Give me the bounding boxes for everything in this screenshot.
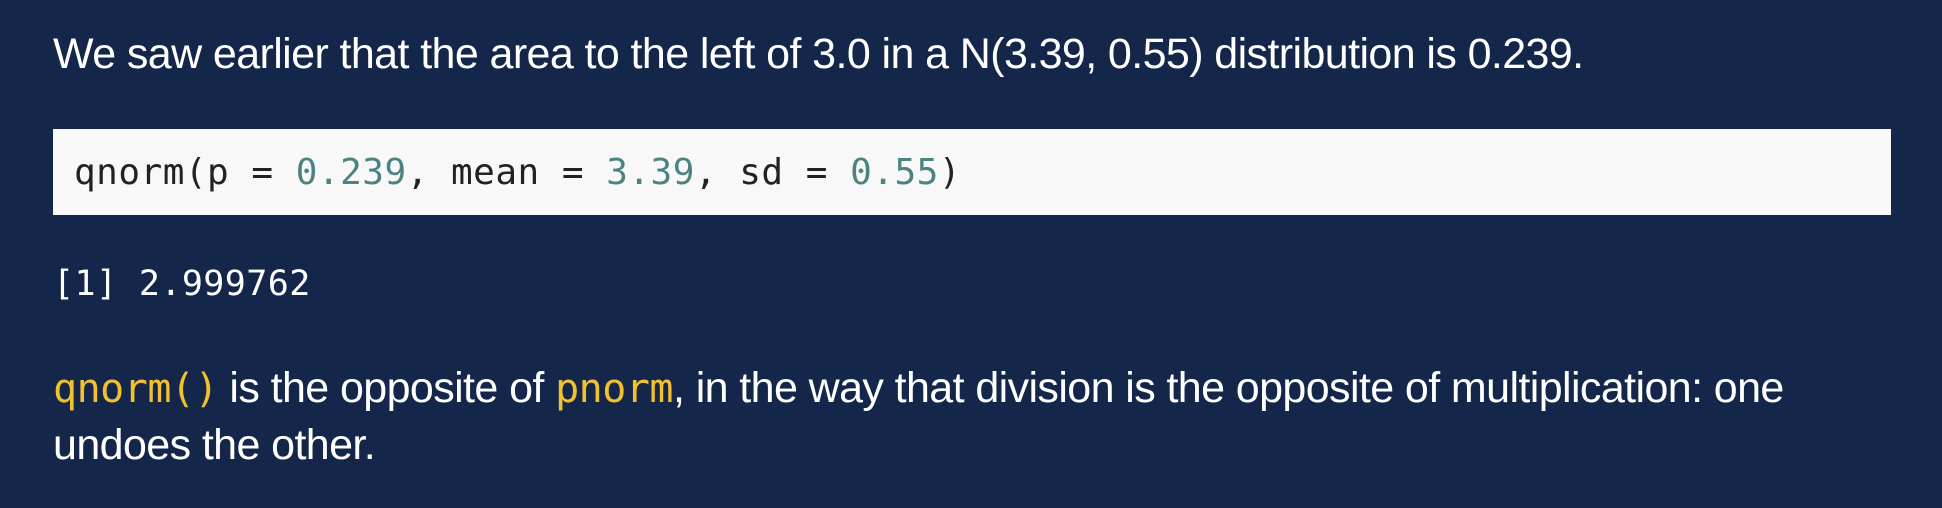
explanation-text: qnorm() is the opposite of pnorm, in the… [53, 360, 1853, 473]
code-sep-sd: , sd = [694, 151, 851, 193]
code-mean-value: 3.39 [606, 151, 695, 193]
code-output: [1] 2.999762 [53, 264, 311, 304]
slide: We saw earlier that the area to the left… [0, 0, 1942, 508]
code-block: qnorm(p = 0.239, mean = 3.39, sd = 0.55) [53, 129, 1891, 215]
code-sep-mean: , mean = [406, 151, 607, 193]
explanation-part-1: is the opposite of [218, 364, 556, 412]
code-close: ) [938, 151, 962, 193]
intro-text: We saw earlier that the area to the left… [53, 30, 1584, 78]
code-p-value: 0.239 [295, 151, 407, 193]
inline-code-pnorm: pnorm [555, 366, 673, 412]
code-fn-open: qnorm(p = [74, 151, 296, 193]
inline-code-qnorm: qnorm() [53, 366, 219, 412]
code-sd-value: 0.55 [850, 151, 939, 193]
